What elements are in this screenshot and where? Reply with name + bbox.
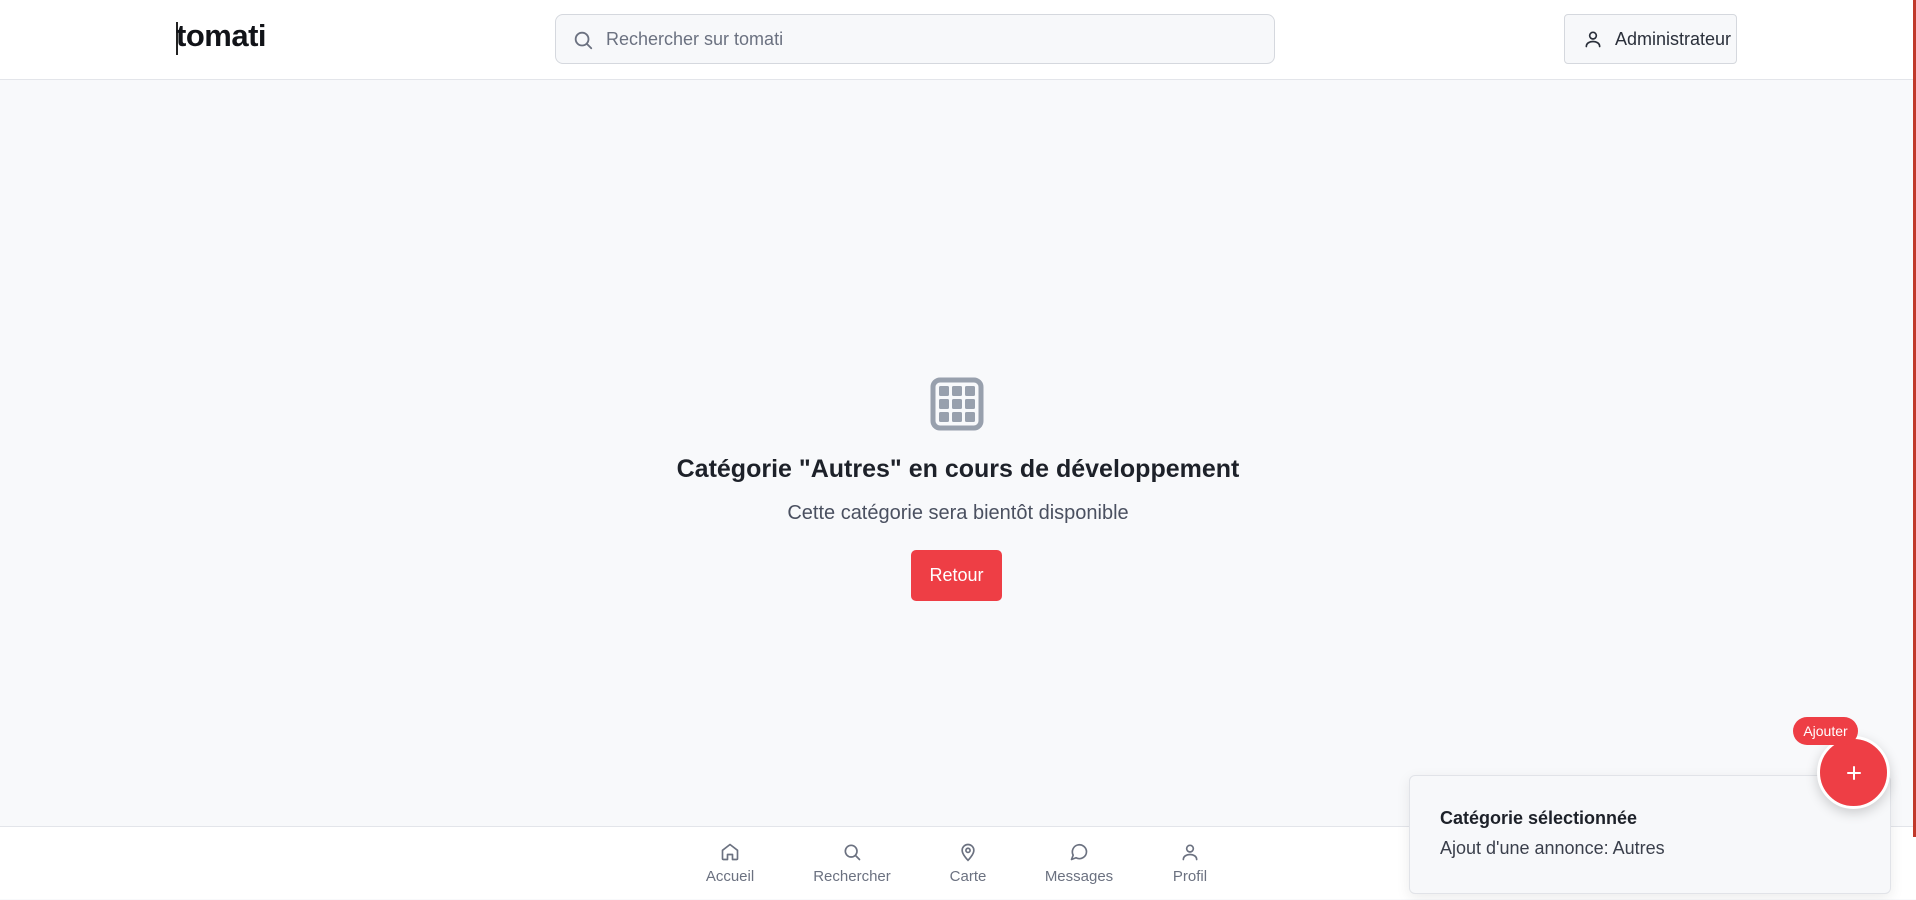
nav-label: Carte <box>949 868 987 885</box>
user-menu-label: Administrateur <box>1615 28 1732 49</box>
search-bar[interactable] <box>555 14 1275 64</box>
app-logo[interactable]: tomati <box>176 18 267 54</box>
empty-state: Catégorie "Autres" en cours de développe… <box>0 81 1916 826</box>
top-header: tomati Administrateur <box>0 0 1916 80</box>
nav-label: Rechercher <box>813 868 891 885</box>
search-input[interactable] <box>606 15 1266 63</box>
toast-title: Catégorie sélectionnée <box>1440 808 1638 828</box>
user-icon <box>1585 31 1601 48</box>
toast-notification[interactable]: Catégorie sélectionnée Ajout d'une annon… <box>1409 775 1891 894</box>
nav-item-carte[interactable]: Carte <box>944 827 992 900</box>
add-listing-button[interactable] <box>1817 736 1890 809</box>
user-menu-button[interactable]: Administrateur <box>1564 14 1737 64</box>
page-title: Catégorie "Autres" en cours de développe… <box>676 455 1240 483</box>
nav-item-profil[interactable]: Profil <box>1166 827 1214 900</box>
search-icon <box>574 31 593 50</box>
message-icon <box>1070 843 1088 861</box>
user-icon <box>1182 844 1198 861</box>
nav-label: Messages <box>1044 868 1114 885</box>
back-button[interactable]: Retour <box>911 550 1002 601</box>
home-icon <box>721 843 739 861</box>
nav-label: Accueil <box>705 868 755 885</box>
main-content: Catégorie "Autres" en cours de développe… <box>0 81 1916 826</box>
nav-item-messages[interactable]: Messages <box>1043 827 1115 900</box>
nav-label: Profil <box>1172 868 1208 885</box>
nav-item-rechercher[interactable]: Rechercher <box>811 827 893 900</box>
plus-icon <box>1846 765 1861 780</box>
search-icon <box>844 844 861 861</box>
page-subtitle: Cette catégorie sera bientôt disponible <box>787 502 1129 524</box>
add-badge[interactable]: Ajouter <box>1793 717 1858 745</box>
map-pin-icon <box>961 843 975 862</box>
grid-icon <box>930 377 984 431</box>
toast-description: Ajout d'une annonce: Autres <box>1440 838 1665 858</box>
nav-item-accueil[interactable]: Accueil <box>700 827 760 900</box>
